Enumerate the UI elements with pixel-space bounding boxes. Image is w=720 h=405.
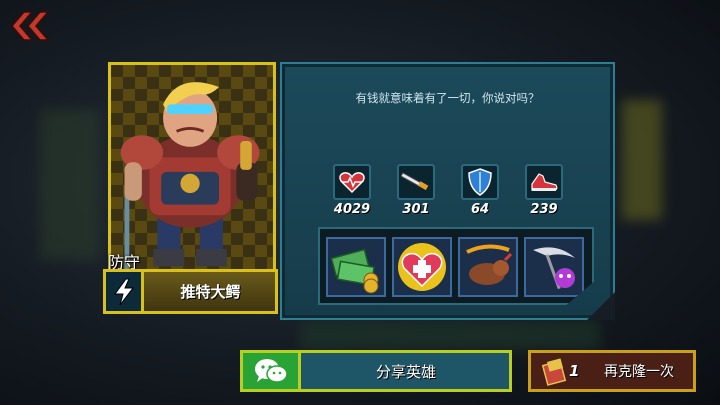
heart-health-icon xyxy=(333,164,371,200)
stat-speed: 239 xyxy=(519,164,569,217)
share-hero-button[interactable]: 分享英雄 xyxy=(240,350,512,392)
clone-count: 1 xyxy=(569,362,580,380)
panel-corner-notch xyxy=(587,292,615,320)
background-blur-bottom xyxy=(300,320,600,350)
hero-stats: 4029 301 64 239 xyxy=(327,164,577,224)
sword-attack-icon xyxy=(397,164,435,200)
skill-slot-1[interactable] xyxy=(326,237,386,297)
double-chevron-left-icon xyxy=(11,11,50,41)
clone-card-icon xyxy=(541,358,567,386)
stat-speed-value: 239 xyxy=(530,202,558,217)
sneaker-speed-icon xyxy=(525,164,563,200)
stat-health-value: 4029 xyxy=(333,202,371,217)
skill-slot-2[interactable] xyxy=(392,237,452,297)
shield-defense-icon xyxy=(461,164,499,200)
skill-slot-3[interactable] xyxy=(458,237,518,297)
hero-name: 推特大鳄 xyxy=(180,283,241,301)
money-stack-skill-icon xyxy=(330,248,379,294)
hero-portrait-card xyxy=(108,62,276,274)
hero-portrait-image xyxy=(120,82,260,271)
back-button[interactable] xyxy=(10,10,50,42)
lightning-bolt-icon xyxy=(113,278,134,305)
scythe-minion-skill-icon xyxy=(533,247,575,290)
hero-skills-strip xyxy=(318,227,594,305)
beast-charge-skill-icon xyxy=(466,244,513,285)
background-blur-right xyxy=(622,100,662,220)
hero-quote: 有钱就意味着有了一切，你说对吗？ xyxy=(355,91,540,105)
stat-attack: 301 xyxy=(391,164,441,217)
wechat-icon xyxy=(254,359,288,383)
clone-again-button[interactable]: 1 再克隆一次 xyxy=(528,350,696,392)
clone-again-label: 再克隆一次 xyxy=(604,364,674,380)
hero-class-badge xyxy=(106,272,144,311)
stat-health: 4029 xyxy=(327,164,377,217)
share-hero-label: 分享英雄 xyxy=(375,362,436,381)
background-blur-left xyxy=(40,110,100,260)
skill-slot-4[interactable] xyxy=(524,237,584,297)
stat-defense-value: 64 xyxy=(470,202,490,217)
hero-name-plate: 推特大鳄 xyxy=(103,269,278,314)
stat-attack-value: 301 xyxy=(402,202,430,217)
wechat-icon-box xyxy=(243,353,301,389)
hero-info-panel: 有钱就意味着有了一切，你说对吗？ 4029 301 64 239 xyxy=(280,62,615,320)
heart-heal-skill-icon xyxy=(398,243,446,291)
stat-defense: 64 xyxy=(455,164,505,217)
